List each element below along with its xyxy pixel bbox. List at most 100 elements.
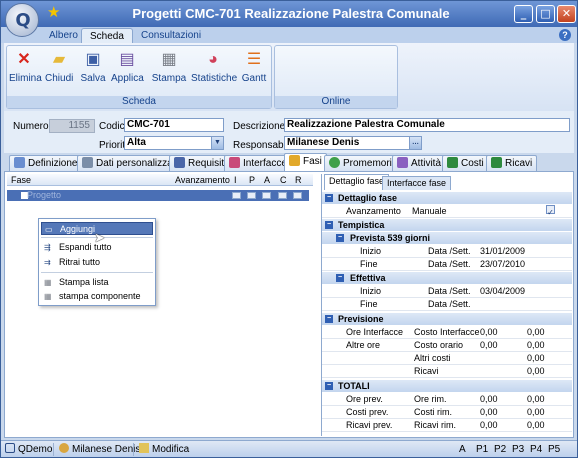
section-totali[interactable]: − TOTALI — [322, 380, 572, 392]
ricavi-value[interactable]: 0,00 — [527, 365, 545, 378]
col-i[interactable]: I — [234, 174, 237, 186]
ore-interfacce-value[interactable]: 0,00 — [480, 326, 498, 339]
tab-fasi[interactable]: Fasi — [284, 153, 327, 171]
status-flag-p3: P3 — [512, 444, 525, 455]
applica-label: Applica — [111, 73, 144, 84]
collapse-all-icon: ⇉ — [44, 258, 51, 267]
collapse-icon[interactable]: − — [336, 234, 344, 242]
altri-costi-value[interactable]: 0,00 — [527, 352, 545, 365]
section-title: Previsione — [338, 314, 384, 324]
inizio-date[interactable]: 31/01/2009 — [480, 245, 525, 258]
codice-field[interactable]: CMC-701 — [124, 118, 224, 132]
responsabile-field[interactable]: Milanese Denis … — [284, 136, 422, 150]
ellipsis-button-icon[interactable]: … — [409, 137, 421, 149]
maximize-button[interactable]: □ — [536, 5, 555, 23]
help-icon[interactable]: ? — [559, 29, 571, 41]
totali-row-3: Ricavi prev. Ricavi rim. 0,00 0,00 — [322, 419, 572, 432]
gantt-button[interactable]: ☰ Gantt — [239, 50, 269, 84]
ribbon-tab-consultazioni[interactable]: Consultazioni — [133, 28, 209, 43]
table-row[interactable]: Progetto — [7, 190, 309, 201]
flag-i[interactable] — [232, 192, 241, 199]
tab-requisiti[interactable]: Requisiti — [169, 155, 232, 171]
app-menu-button[interactable]: Q — [5, 3, 39, 37]
section-dettaglio-fase[interactable]: − Dettaglio fase — [322, 192, 572, 204]
close-button[interactable]: ✕ — [557, 5, 576, 23]
tab-attivita[interactable]: Attività — [392, 155, 447, 171]
costo-orario-value[interactable]: 0,00 — [527, 339, 545, 352]
avanzamento-label: Avanzamento — [346, 206, 401, 216]
collapse-icon[interactable]: − — [336, 274, 344, 282]
tab-interfacce[interactable]: Interfacce — [224, 155, 292, 171]
tab-interfacce-fase[interactable]: Interfacce fase — [382, 176, 452, 190]
tab-promemoria-label: Promemoria — [343, 158, 398, 169]
ribbon-group-scheda: ✕ Elimina ▰ Chiudi ▣ Salva ▤ Applica ▦ Stampa… — [6, 45, 272, 109]
collapse-icon[interactable]: − — [325, 194, 333, 202]
ribbon-tab-albero[interactable]: Albero — [41, 28, 86, 43]
collapse-icon[interactable]: − — [325, 315, 333, 323]
print-icon: ▦ — [44, 292, 52, 301]
collapse-icon[interactable]: − — [325, 382, 333, 390]
flag-c[interactable] — [278, 192, 287, 199]
menu-item-stampa-lista[interactable]: ▦ Stampa lista — [41, 276, 153, 289]
avanzamento-value[interactable]: Manuale — [412, 205, 447, 218]
section-effettiva[interactable]: − Effettiva — [322, 272, 572, 284]
flag-p[interactable] — [247, 192, 256, 199]
col-c[interactable]: C — [280, 174, 287, 186]
col-r[interactable]: R — [295, 174, 302, 186]
ribbon-tab-scheda[interactable]: Scheda — [81, 28, 133, 43]
interfaces-icon — [229, 157, 240, 168]
previsione-row-4: Ricavi 0,00 — [322, 365, 572, 378]
tab-dati-personalizzati[interactable]: Dati personalizzati — [77, 155, 183, 171]
descrizione-field[interactable]: Realizzazione Palestra Comunale — [284, 118, 570, 132]
tab-requisiti-label: Requisiti — [188, 158, 227, 169]
prevista-fine-row: Fine Data /Sett. 23/07/2010 — [322, 258, 572, 271]
section-prevista[interactable]: − Prevista 539 giorni — [322, 232, 572, 244]
tab-promemoria[interactable]: Promemoria — [324, 155, 403, 171]
tab-dettaglio-fase[interactable]: Dettaglio fase — [324, 174, 390, 190]
col-a[interactable]: A — [264, 174, 270, 186]
salva-button[interactable]: ▣ Salva — [79, 50, 107, 84]
ricavi-rim-value: 0,00 — [527, 420, 545, 430]
chevron-down-icon[interactable]: ▼ — [211, 137, 223, 149]
collapse-icon[interactable]: − — [325, 221, 333, 229]
col-fase[interactable]: Fase — [11, 174, 31, 186]
priorita-dropdown[interactable]: Alta ▼ — [124, 136, 224, 150]
fine-date[interactable]: 23/07/2010 — [480, 258, 525, 271]
altre-ore-value[interactable]: 0,00 — [480, 339, 498, 352]
flag-r[interactable] — [293, 192, 302, 199]
save-icon: ▣ — [85, 51, 101, 68]
section-tempistica[interactable]: − Tempistica — [322, 219, 572, 231]
checkbox-checked-icon[interactable]: ✓ — [546, 205, 555, 217]
tab-ricavi[interactable]: Ricavi — [486, 155, 538, 171]
elimina-button[interactable]: ✕ Elimina — [9, 50, 42, 84]
section-previsione[interactable]: − Previsione — [322, 313, 572, 325]
applica-button[interactable]: ▤ Applica — [111, 50, 144, 84]
statistiche-button[interactable]: ◕ Statistiche — [191, 50, 237, 84]
elimina-label: Elimina — [9, 73, 42, 84]
tab-definizione[interactable]: Definizione — [9, 155, 83, 171]
totali-row-2: Costi prev. Costi rim. 0,00 0,00 — [322, 406, 572, 419]
edit-icon — [139, 443, 149, 453]
chiudi-button[interactable]: ▰ Chiudi — [45, 50, 73, 84]
flag-a[interactable] — [262, 192, 271, 199]
menu-item-ritrai-tutto[interactable]: ⇉ Ritrai tutto — [41, 256, 153, 269]
stampa-label: Stampa — [151, 73, 187, 84]
salva-label: Salva — [80, 73, 106, 84]
status-flag-p1: P1 — [476, 444, 489, 455]
stampa-button[interactable]: ▦ Stampa — [151, 50, 187, 84]
tab-definizione-label: Definizione — [28, 158, 78, 169]
tab-costi[interactable]: Costi — [442, 155, 489, 171]
responsabile-value: Milanese Denis — [287, 137, 360, 148]
inizio-date[interactable]: 03/04/2009 — [480, 285, 525, 298]
costi-prev-value: 0,00 — [480, 407, 498, 417]
col-p[interactable]: P — [249, 174, 255, 186]
ore-interfacce-label: Ore Interfacce — [346, 327, 404, 337]
gantt-icon: ☰ — [246, 51, 262, 68]
costo-interfacce-value[interactable]: 0,00 — [527, 326, 545, 339]
chiudi-label: Chiudi — [45, 73, 74, 84]
ore-rim-label: Ore rim. — [414, 394, 447, 404]
menu-item-stampa-componente[interactable]: ▦ stampa componente — [41, 290, 153, 303]
minimize-button[interactable]: _ — [514, 5, 533, 23]
col-avanzamento[interactable]: Avanzamento — [175, 174, 230, 186]
favorite-star-icon[interactable]: ★ — [47, 5, 60, 21]
